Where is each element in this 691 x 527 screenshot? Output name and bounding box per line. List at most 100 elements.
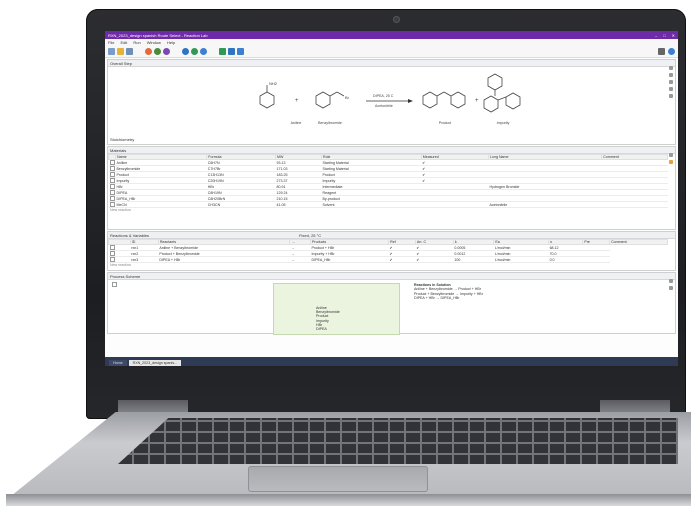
benzylbromide-label: Benzylbromide: [318, 121, 342, 125]
new-file-icon[interactable]: [108, 47, 115, 55]
table-cell[interactable]: Solvent: [321, 201, 422, 208]
word-icon[interactable]: [228, 47, 235, 55]
reactions-title-text: Reactions & Variables: [110, 232, 150, 238]
row-checkbox[interactable]: [109, 245, 115, 250]
row-checkbox[interactable]: [109, 251, 115, 256]
table-cell[interactable]: Acetonitrile: [488, 201, 602, 208]
process-checkbox[interactable]: [112, 282, 117, 287]
reactor-vessel[interactable]: Aniline Benzylbromide Product Impurity H…: [273, 283, 400, 335]
svg-text:NH2: NH2: [269, 81, 278, 86]
table-row[interactable]: rxn3 DIPEA + HBr → DIPEA_HBr ✔ ✔ 100 L/mol/min 0…: [108, 256, 668, 263]
menu-help[interactable]: Help: [167, 40, 175, 45]
remove-icon[interactable]: [669, 94, 673, 98]
touchpad: [248, 466, 428, 492]
table-cell[interactable]: [582, 256, 610, 263]
settings-icon[interactable]: [200, 47, 207, 55]
menu-window[interactable]: Window: [147, 40, 161, 45]
materials-side-icons: [667, 153, 675, 164]
stop-process-icon[interactable]: [669, 286, 673, 290]
overall-step-panel: Overall Step NH2 + Br DIPEA, 25 C Aceton…: [107, 59, 676, 145]
user-icon[interactable]: [658, 47, 665, 55]
row-checkbox[interactable]: [109, 257, 115, 262]
row-checkbox[interactable]: [109, 202, 115, 207]
table-cell[interactable]: ✔: [388, 256, 416, 263]
row-checkbox[interactable]: [109, 184, 115, 189]
product-structure: [422, 91, 466, 109]
minimize-button[interactable]: –: [655, 33, 657, 38]
svg-text:Br: Br: [345, 95, 350, 100]
add-material-icon[interactable]: [669, 160, 673, 164]
row-checkbox[interactable]: [109, 166, 115, 171]
table-cell[interactable]: DIPEA + HBr: [158, 256, 290, 263]
row-checkbox[interactable]: [109, 160, 115, 165]
row-checkbox[interactable]: [109, 190, 115, 195]
plot-icon[interactable]: [182, 47, 189, 55]
menu-run[interactable]: Run: [133, 40, 140, 45]
table-cell[interactable]: [601, 201, 668, 208]
table-cell[interactable]: →: [289, 256, 311, 263]
conditions-top: DIPEA, 25 C: [373, 94, 394, 98]
table-cell[interactable]: CH3CN: [206, 201, 276, 208]
toolbar: [105, 45, 678, 58]
materials-table: Name Formula MW Role Measured Long Name …: [108, 154, 668, 208]
run-process-icon[interactable]: [669, 279, 673, 283]
row-checkbox[interactable]: [109, 172, 115, 177]
charge-list: Aniline Benzylbromide Product Impurity H…: [316, 306, 340, 331]
benzylbromide-structure: [315, 91, 345, 109]
maximize-button[interactable]: □: [663, 33, 665, 38]
reactions-title: Reactions & Variables Fixed, 25 °C: [108, 232, 675, 239]
fit-icon[interactable]: [154, 47, 161, 55]
excel-icon[interactable]: [219, 47, 226, 55]
table-row[interactable]: MeCN CH3CN 41.05 Solvent Acetonitrile: [108, 201, 668, 208]
help-icon[interactable]: [668, 47, 675, 55]
process-side-icons: [667, 279, 675, 290]
materials-panel: Materials Name Formula MW Role Measured …: [107, 146, 676, 230]
window-title: RXN_2023_design spanish Route Select - R…: [108, 32, 208, 38]
edit-icon[interactable]: [669, 73, 673, 77]
conditions-bottom: Acetonitrile: [375, 104, 393, 108]
tab-document[interactable]: RXN_2023_design spanis...: [128, 360, 182, 366]
table-cell[interactable]: rxn3: [130, 256, 159, 263]
run-icon[interactable]: [145, 47, 152, 55]
close-button[interactable]: ✕: [672, 33, 675, 38]
app-screen: RXN_2023_design spanish Route Select - R…: [105, 31, 678, 366]
svg-text:+: +: [295, 98, 299, 104]
table-cell[interactable]: 41.05: [275, 201, 322, 208]
document-tabs-bar: Home RXN_2023_design spanis...: [105, 357, 678, 366]
table-cell[interactable]: MeCN: [115, 201, 207, 208]
reactions-panel: Reactions & Variables Fixed, 25 °C ID Re…: [107, 231, 676, 271]
impurity-label: Impurity: [497, 121, 510, 125]
aniline-structure: [259, 85, 275, 109]
table-cell[interactable]: ✔: [415, 256, 454, 263]
reactions-group-label: Fixed, 25 °C: [299, 232, 322, 238]
laptop-front-edge: [6, 494, 691, 506]
webcam-icon: [393, 16, 400, 23]
tab-home[interactable]: Home: [109, 360, 127, 366]
row-checkbox[interactable]: [109, 178, 115, 183]
table-cell[interactable]: DIPEA_HBr: [310, 256, 389, 263]
zoom-icon[interactable]: [669, 66, 673, 70]
process-scheme-title: Process Scheme: [108, 273, 675, 280]
svg-text:+: +: [475, 98, 479, 104]
menu-file[interactable]: File: [108, 40, 114, 45]
materials-new-row[interactable]: New reaction: [108, 208, 675, 213]
menu-edit[interactable]: Edit: [120, 40, 127, 45]
table-cell[interactable]: 0.0: [548, 256, 583, 263]
export-icon[interactable]: [237, 47, 244, 55]
reactions-new-row[interactable]: New reaction: [108, 263, 675, 268]
keyboard: [118, 418, 678, 464]
rcol-comment[interactable]: Comment: [609, 239, 668, 245]
reaction-scheme: NH2 + Br DIPEA, 25 C Acetonitrile + Anil…: [259, 73, 521, 125]
table-cell[interactable]: 100: [453, 256, 494, 263]
list-icon[interactable]: [669, 153, 673, 157]
table-cell[interactable]: L/mol/min: [493, 256, 549, 263]
process-scheme-panel: Process Scheme Aniline Benzylbromide Pro…: [107, 272, 676, 335]
optimize-icon[interactable]: [163, 47, 170, 55]
row-checkbox[interactable]: [109, 196, 115, 201]
pen-icon[interactable]: [669, 80, 673, 84]
table-cell[interactable]: [421, 201, 489, 208]
save-icon[interactable]: [126, 47, 133, 55]
add-icon[interactable]: [669, 87, 673, 91]
refresh-icon[interactable]: [191, 47, 198, 55]
open-folder-icon[interactable]: [117, 47, 124, 55]
